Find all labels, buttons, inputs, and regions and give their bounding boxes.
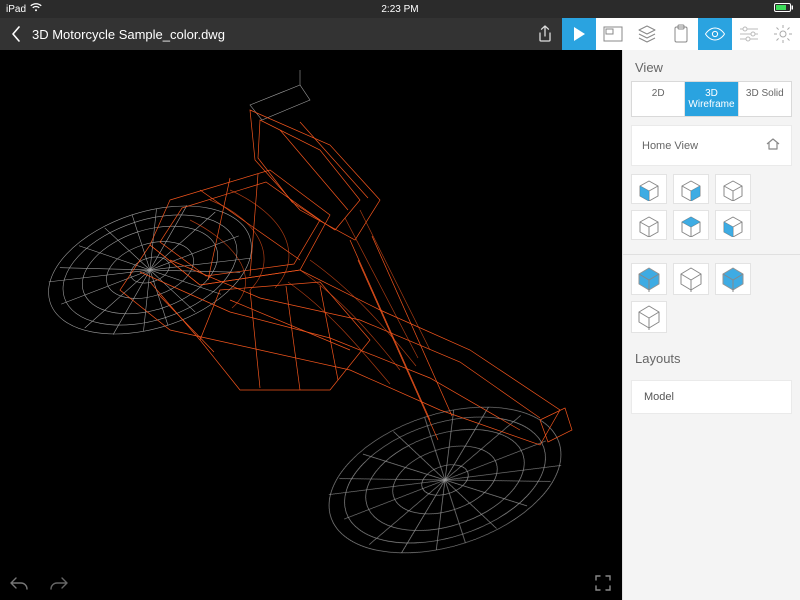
play-icon <box>572 26 586 42</box>
clock: 2:23 PM <box>381 4 418 15</box>
wifi-icon <box>30 3 42 15</box>
layouts-section-title: Layouts <box>623 341 800 372</box>
ios-statusbar: iPad 2:23 PM <box>0 0 800 18</box>
viewport-tool[interactable] <box>596 18 630 50</box>
cube-face-bottom[interactable] <box>715 210 751 240</box>
view-mode-segmented: 2D 3D Wireframe 3D Solid <box>631 81 792 117</box>
undo-icon <box>9 576 29 590</box>
layers-icon <box>637 25 657 43</box>
view-mode-3d-solid[interactable]: 3D Solid <box>738 82 791 116</box>
fullscreen-button[interactable] <box>592 572 614 594</box>
gear-icon <box>773 24 793 44</box>
view-tool[interactable] <box>698 18 732 50</box>
view-mode-2d[interactable]: 2D <box>632 82 684 116</box>
view-section-title: View <box>623 50 800 81</box>
chevron-left-icon <box>11 26 21 42</box>
back-button[interactable] <box>0 26 32 42</box>
share-icon <box>537 25 553 43</box>
sliders-tool[interactable] <box>732 18 766 50</box>
cube-face-front[interactable] <box>631 174 667 204</box>
cube-face-grid <box>623 166 800 248</box>
model-canvas[interactable] <box>0 50 622 600</box>
play-button[interactable] <box>562 18 596 50</box>
iso-preset-2[interactable] <box>673 263 709 295</box>
document-title: 3D Motorcycle Sample_color.dwg <box>32 27 225 42</box>
cube-face-right[interactable] <box>673 174 709 204</box>
cube-face-back[interactable] <box>715 174 751 204</box>
redo-icon <box>49 576 69 590</box>
iso-preset-4[interactable] <box>631 301 667 333</box>
iso-preset-grid <box>623 255 800 341</box>
sliders-icon <box>739 26 759 42</box>
share-button[interactable] <box>528 18 562 50</box>
undo-button[interactable] <box>8 572 30 594</box>
clipboard-tool[interactable] <box>664 18 698 50</box>
wireframe-rendering <box>0 50 622 600</box>
layout-item-model[interactable]: Model <box>631 380 792 414</box>
cube-face-top[interactable] <box>673 210 709 240</box>
battery-icon <box>774 3 794 15</box>
settings-tool[interactable] <box>766 18 800 50</box>
fullscreen-icon <box>594 574 612 592</box>
viewport-icon <box>603 26 623 42</box>
clipboard-icon <box>673 24 689 44</box>
cube-face-left[interactable] <box>631 210 667 240</box>
home-icon <box>765 136 781 155</box>
app-topbar: 3D Motorcycle Sample_color.dwg <box>0 18 800 50</box>
device-label: iPad <box>6 4 26 15</box>
home-view-label: Home View <box>642 140 698 152</box>
layers-tool[interactable] <box>630 18 664 50</box>
iso-preset-1[interactable] <box>631 263 667 295</box>
iso-preset-3[interactable] <box>715 263 751 295</box>
home-view-button[interactable]: Home View <box>631 125 792 166</box>
redo-button[interactable] <box>48 572 70 594</box>
view-panel: View 2D 3D Wireframe 3D Solid Home View <box>622 50 800 600</box>
view-mode-3d-wireframe[interactable]: 3D Wireframe <box>684 82 737 116</box>
eye-icon <box>704 27 726 41</box>
